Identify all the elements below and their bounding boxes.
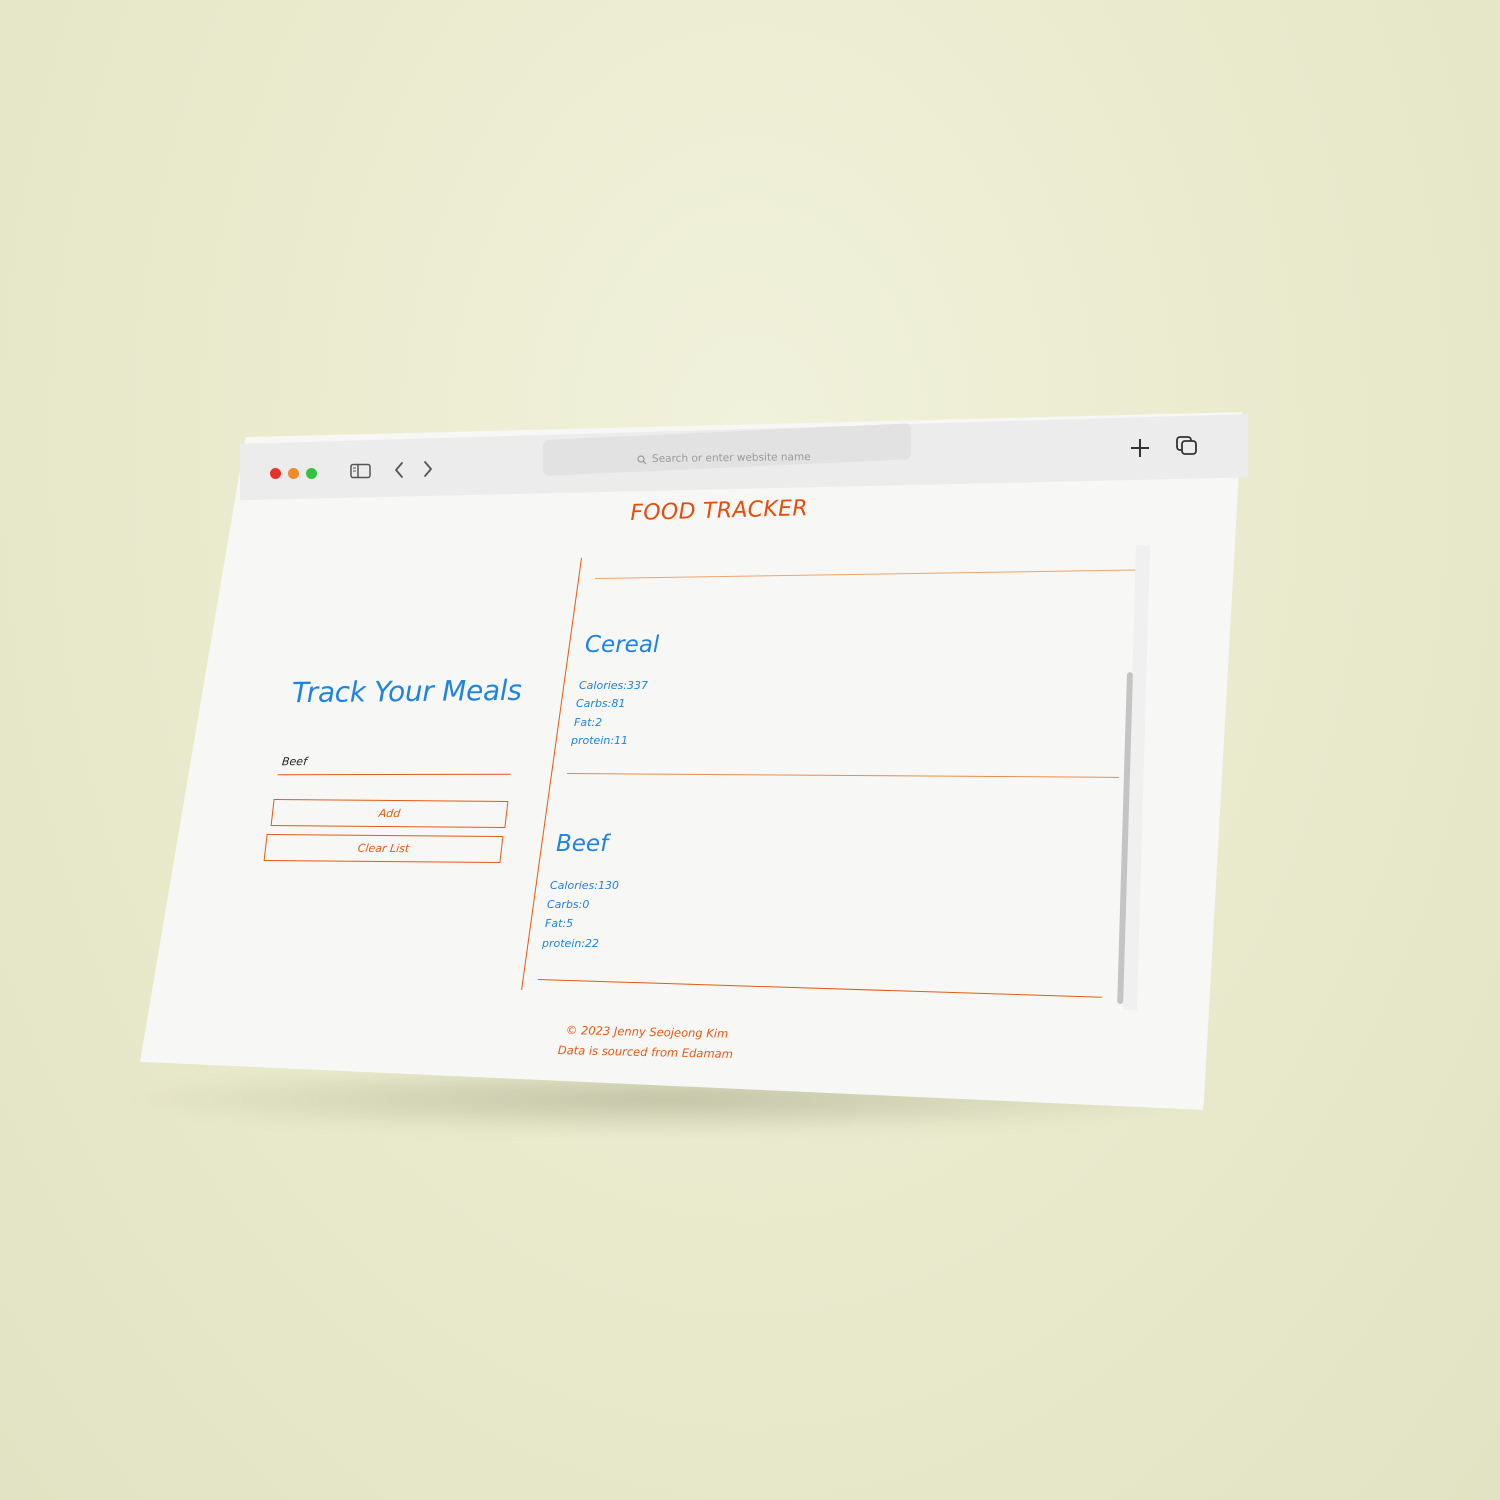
- protein-value: protein:11: [571, 734, 629, 747]
- protein-value: protein:22: [542, 937, 600, 950]
- sidebar-icon[interactable]: [350, 463, 372, 479]
- clear-list-button[interactable]: Clear List: [263, 833, 504, 864]
- close-window-button[interactable]: [270, 468, 281, 479]
- food-name: Cereal: [585, 632, 660, 658]
- calories-value: Calories:130: [550, 879, 619, 892]
- calories-value: Calories:337: [579, 679, 648, 692]
- forward-arrow-icon[interactable]: [422, 460, 434, 478]
- carbs-value: Carbs:81: [576, 697, 626, 710]
- fat-value: Fat:2: [574, 716, 603, 729]
- new-tab-icon[interactable]: [1129, 437, 1151, 459]
- search-icon: [637, 455, 647, 465]
- tabs-overview-icon[interactable]: [1175, 435, 1199, 457]
- back-arrow-icon[interactable]: [393, 461, 405, 479]
- food-name: Beef: [556, 831, 609, 857]
- maximize-window-button[interactable]: [306, 468, 317, 479]
- minimize-window-button[interactable]: [288, 468, 299, 479]
- add-button[interactable]: Add: [270, 798, 509, 829]
- page-title: FOOD TRACKER: [630, 496, 809, 526]
- track-meals-heading: Track Your Meals: [291, 673, 522, 710]
- address-bar-placeholder: Search or enter website name: [651, 451, 811, 465]
- food-input[interactable]: [277, 747, 514, 776]
- carbs-value: Carbs:0: [547, 898, 590, 911]
- fat-value: Fat:5: [545, 917, 574, 930]
